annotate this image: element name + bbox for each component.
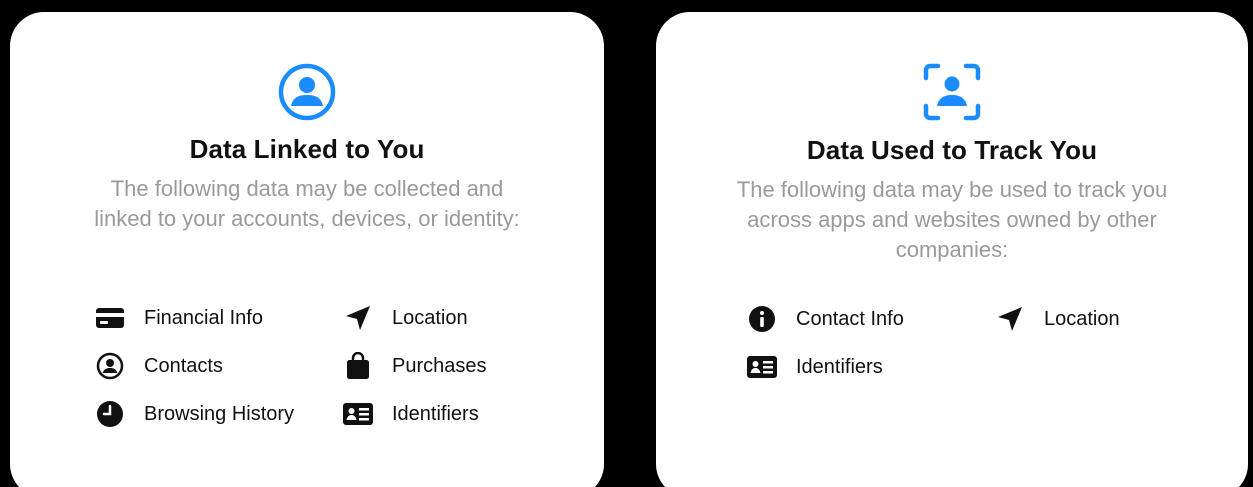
list-item-identifiers: Identifiers xyxy=(342,394,479,434)
item-label: Financial Info xyxy=(144,306,263,329)
item-label: Location xyxy=(392,306,468,329)
item-label: Contacts xyxy=(144,354,223,377)
shopping-bag-icon xyxy=(342,350,374,382)
item-label: Contact Info xyxy=(796,307,904,330)
list-item-purchases: Purchases xyxy=(342,346,487,386)
card-title: Data Linked to You xyxy=(189,134,425,164)
list-item-location: Location xyxy=(994,299,1120,339)
data-linked-card: Data Linked to You The following data ma… xyxy=(10,12,604,487)
card-description: The following data may be used to track … xyxy=(736,177,1168,262)
card-description: The following data may be collected and … xyxy=(94,176,520,231)
info-circle-icon xyxy=(746,303,778,335)
list-item-contact-info: Contact Info xyxy=(746,299,904,339)
location-arrow-icon xyxy=(342,302,374,334)
item-label: Browsing History xyxy=(144,402,295,425)
item-label: Purchases xyxy=(392,354,487,377)
id-card-icon xyxy=(746,351,778,383)
person-circle-icon xyxy=(278,63,336,121)
privacy-labels-screen: Data Linked to You The following data ma… xyxy=(0,0,1253,487)
id-card-icon xyxy=(342,398,374,430)
data-used-to-track-card: Data Used to Track You The following dat… xyxy=(656,12,1248,487)
item-label: Location xyxy=(1044,307,1120,330)
list-item-browsing-history: Browsing History xyxy=(94,394,294,434)
person-circle-outline-icon xyxy=(94,350,126,382)
list-item-identifiers: Identifiers xyxy=(746,347,883,387)
item-label: Identifiers xyxy=(392,402,479,425)
location-arrow-icon xyxy=(994,303,1026,335)
list-item-financial-info: Financial Info xyxy=(94,298,263,338)
person-viewfinder-icon xyxy=(923,63,981,121)
list-item-location: Location xyxy=(342,298,468,338)
list-item-contacts: Contacts xyxy=(94,346,223,386)
clock-icon xyxy=(94,398,126,430)
card-title: Data Used to Track You xyxy=(806,135,1098,165)
item-label: Identifiers xyxy=(796,355,883,378)
credit-card-icon xyxy=(94,302,126,334)
